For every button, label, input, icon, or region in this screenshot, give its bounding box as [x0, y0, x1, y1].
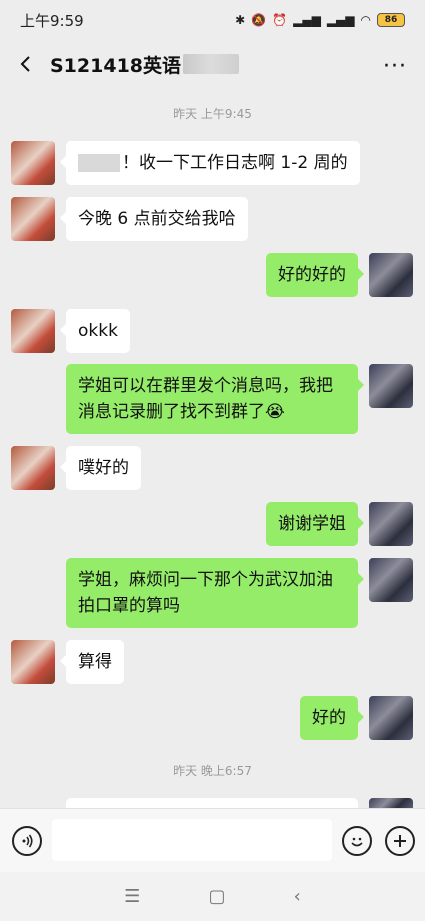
input-bar	[0, 808, 425, 872]
mute-icon: 🔕	[251, 13, 267, 27]
back-icon[interactable]	[16, 54, 36, 74]
avatar[interactable]	[369, 798, 413, 808]
message-bubble[interactable]: 好的	[300, 696, 364, 740]
wifi-icon: ◠	[360, 13, 371, 27]
chat-header: S121418英语 ···	[0, 40, 425, 88]
message-bubble[interactable]: okkk	[60, 309, 130, 353]
avatar[interactable]	[369, 364, 413, 408]
name-redaction	[78, 154, 120, 172]
status-bar: 上午9:59 ✱ 🔕 ⏰ ▂▄▆ ▂▄▆ ◠ 86	[0, 0, 425, 40]
back-nav-icon[interactable]: ‹	[294, 886, 301, 907]
avatar[interactable]	[11, 141, 55, 185]
avatar[interactable]	[11, 446, 55, 490]
avatar[interactable]	[369, 696, 413, 740]
voice-wave-icon	[22, 834, 33, 848]
chat-title: S121418英语	[50, 54, 182, 77]
message-bubble[interactable]: 算得	[60, 640, 124, 684]
emoji-icon[interactable]	[342, 826, 372, 856]
voice-icon[interactable]	[12, 826, 42, 856]
message-input[interactable]	[52, 819, 332, 861]
system-nav-bar: ☰ ▢ ‹	[0, 872, 425, 921]
avatar[interactable]	[11, 640, 55, 684]
message-bubble[interactable]: 谢谢学姐	[266, 502, 364, 546]
signal-icon-2: ▂▄▆	[326, 13, 355, 27]
status-time: 上午9:59	[20, 11, 84, 30]
plus-icon[interactable]	[385, 826, 415, 856]
message-bubble[interactable]: 学姐，麻烦问一下那个为武汉加油 拍口罩的算吗	[66, 558, 364, 628]
alarm-icon: ⏰	[272, 13, 288, 27]
message-bubble[interactable]: 噗好的	[60, 446, 141, 490]
status-icons: ✱ 🔕 ⏰ ▂▄▆ ▂▄▆ ◠ 86	[235, 13, 405, 27]
smiley-face-icon	[351, 837, 363, 847]
bluetooth-icon: ✱	[235, 13, 246, 27]
plus-sign-icon	[394, 835, 406, 847]
signal-icon: ▂▄▆	[293, 13, 321, 27]
menu-icon[interactable]: ☰	[124, 886, 140, 907]
avatar[interactable]	[369, 502, 413, 546]
title-redaction	[183, 54, 240, 74]
home-icon[interactable]: ▢	[208, 886, 225, 907]
avatar[interactable]	[369, 558, 413, 602]
message-bubble[interactable]: ！收一下工作日志啊 1-2 周的	[60, 141, 360, 185]
message-bubble[interactable]: 学姐可以在群里发个消息吗，我把 消息记录删了找不到群了😭	[66, 364, 364, 434]
avatar[interactable]	[11, 197, 55, 241]
timestamp: 昨天 晚上6:57	[173, 764, 252, 778]
battery-icon: 86	[377, 13, 405, 27]
message-bubble[interactable]: 今晚 6 点前交给我哈	[60, 197, 248, 241]
more-options-icon[interactable]: ···	[383, 54, 407, 79]
avatar[interactable]	[11, 309, 55, 353]
message-bubble[interactable]: 好的好的	[266, 253, 364, 297]
avatar[interactable]	[369, 253, 413, 297]
timestamp: 昨天 上午9:45	[173, 107, 252, 121]
